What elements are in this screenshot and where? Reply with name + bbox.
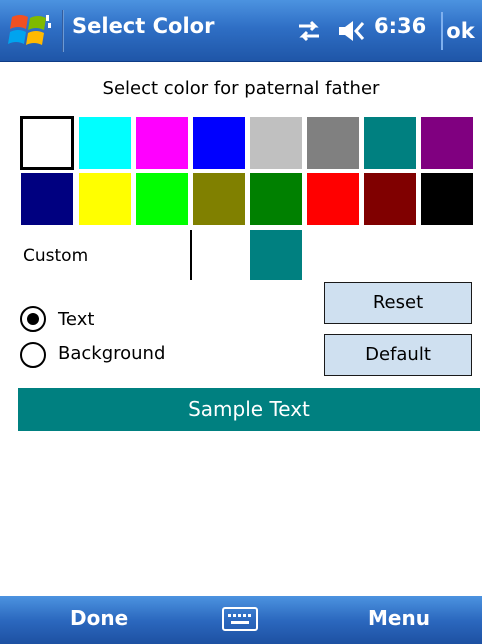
radio-selected-dot [27,313,39,325]
prompt-text: Select color for paternal father [102,78,380,99]
title-divider [62,10,64,52]
swatch-olive[interactable] [192,172,246,226]
swatch-red[interactable] [306,172,360,226]
swatch-purple[interactable] [420,116,474,170]
background-radio[interactable] [20,342,46,368]
volume-icon[interactable] [337,18,367,44]
swatch-gray[interactable] [306,116,360,170]
clock[interactable]: 6:36 [374,14,426,38]
swatch-black[interactable] [420,172,474,226]
background-radio-label[interactable]: Background [58,343,165,364]
softkey-bar: Done Menu [0,596,482,644]
swatch-navy[interactable] [20,172,74,226]
swatch-lime[interactable] [135,172,189,226]
sample-text-preview: Sample Text [18,388,480,431]
windows-start-icon[interactable] [8,9,56,53]
swatch-green[interactable] [249,172,303,226]
window-title: Select Color [72,14,215,38]
text-radio-label[interactable]: Text [58,309,94,330]
connectivity-icon[interactable] [295,18,323,44]
custom-label: Custom [23,246,89,266]
custom-color-swatch[interactable] [250,230,302,280]
title-bar: Select Color 6:36 ok [0,0,482,62]
swatch-blue[interactable] [192,116,246,170]
text-radio[interactable] [20,306,46,332]
reset-button[interactable]: Reset [324,282,472,324]
swatch-cyan[interactable] [78,116,132,170]
custom-divider [190,230,192,280]
ok-button[interactable]: ok [441,12,478,50]
done-softkey[interactable]: Done [70,606,128,630]
swatch-white[interactable] [20,116,74,170]
menu-softkey[interactable]: Menu [368,606,430,630]
swatch-teal[interactable] [363,116,417,170]
swatch-maroon[interactable] [363,172,417,226]
swatch-silver[interactable] [249,116,303,170]
swatch-yellow[interactable] [78,172,132,226]
swatch-magenta[interactable] [135,116,189,170]
default-button[interactable]: Default [324,334,472,376]
keyboard-icon[interactable] [222,606,258,632]
